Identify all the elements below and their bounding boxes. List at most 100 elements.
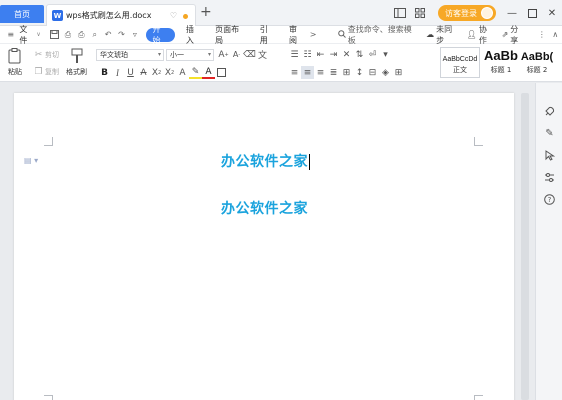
align-left-icon[interactable]: ≡ [288, 66, 301, 79]
hamburger-menu-icon[interactable]: ≡ [4, 28, 17, 42]
justify-icon[interactable]: ≣ [327, 66, 340, 79]
style-heading-1[interactable]: AaBb 标题 1 [481, 47, 521, 78]
unsync-button[interactable]: ☁ 未同步 [426, 24, 459, 46]
align-center-icon[interactable]: ≡ [301, 66, 314, 79]
command-search[interactable]: 查找命令、搜索模板 [337, 24, 416, 46]
italic-icon[interactable]: I [111, 66, 124, 79]
font-color-icon[interactable]: A [202, 66, 215, 79]
maximize-icon[interactable] [522, 4, 542, 22]
undo-icon[interactable]: ↶ [101, 28, 114, 42]
paste-label[interactable]: 粘贴 [8, 67, 22, 77]
titlebar-controls: 访客登录 — ✕ [392, 4, 562, 22]
line-spacing-icon[interactable]: ↕ [353, 66, 366, 79]
list-tools: ☰ ☷ ⇤ ⇥ ✕ ⇅ ⏎ ▾ [288, 48, 392, 61]
menu-file-label: 文件 [19, 24, 28, 45]
guest-login-button[interactable]: 访客登录 [438, 5, 496, 21]
font-name-select[interactable]: 华文琥珀 ▾ [96, 49, 164, 61]
tab-references[interactable]: 引用 [253, 25, 282, 45]
collab-button[interactable]: 👤︎ 协作 [467, 24, 494, 46]
strikethrough-icon[interactable]: A [137, 66, 150, 79]
avatar [481, 7, 493, 19]
share-button[interactable]: ⇗ 分享 [502, 24, 526, 46]
document-page[interactable]: ▤ ▾ 办公软件之家 办公软件之家 [14, 93, 514, 400]
table-border-icon[interactable]: ⊞ [392, 66, 405, 79]
menu-file[interactable]: 文件 ∨ [17, 25, 47, 45]
pen-icon[interactable]: ✎ [543, 127, 556, 140]
grid-icon[interactable] [412, 5, 428, 21]
more-options-icon[interactable]: ⋮ [535, 28, 548, 42]
svg-text:?: ? [548, 196, 552, 204]
wps-writer-icon: W [52, 10, 63, 21]
redo-icon[interactable]: ↷ [115, 28, 128, 42]
align-tools: ≡ ≡ ≡ ≣ ⊞ ↕ ⊟ ◈ ⊞ [288, 66, 405, 79]
rocket-icon[interactable] [543, 105, 556, 118]
clear-format-icon[interactable]: ⌫ [243, 48, 256, 61]
font-size-select[interactable]: 小一 ▾ [166, 49, 214, 61]
document-tab[interactable]: W wps格式刷怎么用.docx ♡ [46, 4, 196, 26]
tab-favorite-icon[interactable]: ♡ [170, 11, 177, 20]
style-heading-2-label: 标题 2 [526, 66, 548, 74]
select-cursor-icon[interactable] [543, 149, 556, 162]
home-tab[interactable]: 首页 [0, 5, 44, 23]
highlight-icon[interactable]: ✎ [189, 66, 202, 79]
char-border-icon[interactable] [215, 66, 228, 79]
sort-icon[interactable]: ⇅ [353, 48, 366, 61]
collapse-ribbon-icon[interactable]: ∧ [549, 28, 562, 42]
shading-icon[interactable]: ◈ [379, 66, 392, 79]
numbered-list-icon[interactable]: ☷ [301, 48, 314, 61]
new-tab-button[interactable]: + [200, 4, 212, 20]
format-painter-label: 格式刷 [66, 68, 87, 76]
more-tabs-button[interactable]: > [306, 28, 319, 42]
unsaved-dot [183, 14, 188, 19]
document-line-2[interactable]: 办公软件之家 [221, 198, 308, 218]
phonetic-guide-icon[interactable]: 文 [256, 48, 269, 61]
document-line-1[interactable]: 办公软件之家 [221, 151, 310, 171]
bullet-list-icon[interactable]: ☰ [288, 48, 301, 61]
style-normal[interactable]: AaBbCcDd 正文 [440, 47, 480, 78]
chinese-layout-icon[interactable]: ✕ [340, 48, 353, 61]
save-icon[interactable] [48, 28, 61, 42]
style-heading-1-label: 标题 1 [490, 66, 512, 74]
customize-toolbar-icon[interactable]: ▿ [128, 28, 141, 42]
command-search-label: 查找命令、搜索模板 [347, 24, 412, 45]
style-normal-label: 正文 [453, 66, 467, 74]
margin-corner-bl [44, 395, 53, 400]
distribute-icon[interactable]: ⊞ [340, 66, 353, 79]
scrollbar-thumb[interactable] [521, 93, 529, 400]
shrink-font-icon[interactable]: A- [230, 48, 243, 61]
document-tab-title: wps格式刷怎么用.docx [66, 11, 152, 20]
decrease-indent-icon[interactable]: ⇤ [314, 48, 327, 61]
layout-icon[interactable] [392, 5, 408, 21]
text-effect-icon[interactable]: A [176, 66, 189, 79]
more-para-icon[interactable]: ▾ [379, 48, 392, 61]
tab-page-layout[interactable]: 页面布局 [208, 25, 253, 45]
help-icon[interactable]: ? [543, 193, 556, 206]
bold-icon[interactable]: B [98, 66, 111, 79]
copy-button[interactable]: ❐ 复制 [32, 65, 59, 78]
close-icon[interactable]: ✕ [542, 4, 562, 22]
search-icon [337, 29, 346, 40]
tab-home[interactable]: 开始 [145, 25, 175, 45]
paste-icon[interactable] [6, 47, 24, 65]
format-painter-button[interactable]: 格式刷 [66, 47, 87, 77]
minimize-icon[interactable]: — [502, 4, 522, 22]
align-right-icon[interactable]: ≡ [314, 66, 327, 79]
underline-icon[interactable]: U [124, 66, 137, 79]
border-icon[interactable]: ⊟ [366, 66, 379, 79]
show-marks-icon[interactable]: ⏎ [366, 48, 379, 61]
export-pdf-icon[interactable]: ⎙ [61, 28, 74, 42]
cut-button[interactable]: ✂ 剪切 [32, 48, 59, 61]
paragraph-handle-icon[interactable]: ▤ ▾ [24, 156, 38, 165]
grow-font-icon[interactable]: A + [217, 48, 230, 61]
superscript-icon[interactable]: X2 [150, 66, 163, 79]
tab-insert[interactable]: 插入 [179, 25, 208, 45]
tab-review[interactable]: 审阅 [282, 25, 306, 45]
style-heading-2[interactable]: AaBb( 标题 2 [520, 47, 554, 78]
subscript-icon[interactable]: X2 [163, 66, 176, 79]
print-preview-icon[interactable]: ⌕ [88, 28, 101, 42]
print-icon[interactable]: ⎙ [75, 28, 88, 42]
cloud-icon: ☁ [426, 30, 435, 39]
increase-indent-icon[interactable]: ⇥ [327, 48, 340, 61]
settings-sliders-icon[interactable] [543, 171, 556, 184]
chevron-down-icon: ▾ [207, 51, 211, 58]
